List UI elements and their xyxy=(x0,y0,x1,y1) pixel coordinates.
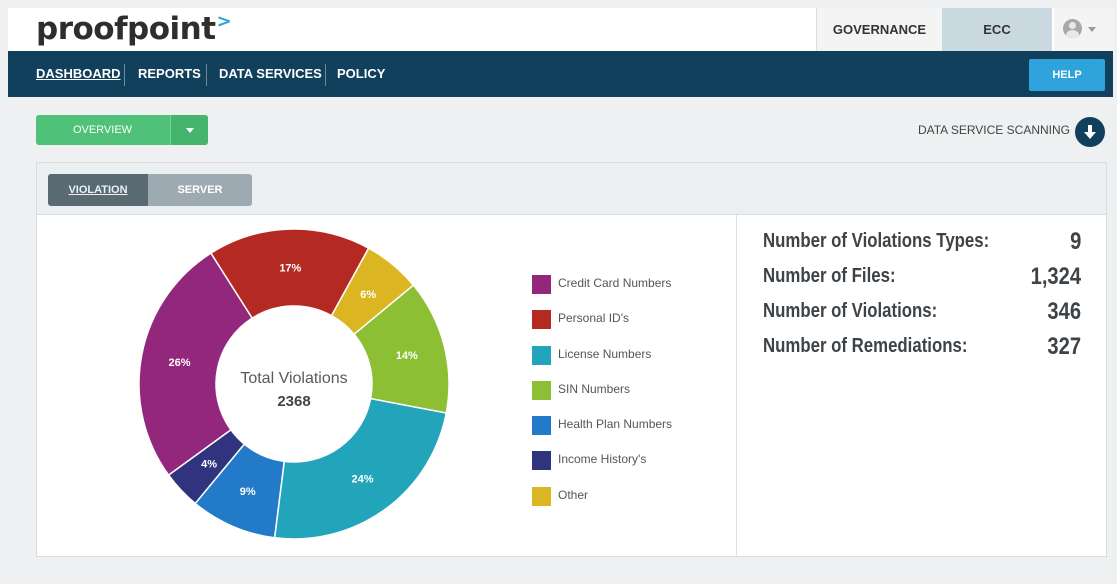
stat-label: Number of Remediations: xyxy=(763,335,968,357)
nav-separator xyxy=(124,64,125,86)
legend-label: Personal ID's xyxy=(558,311,629,326)
slice-label: 4% xyxy=(201,459,217,471)
legend-swatch xyxy=(532,380,551,400)
tab-governance[interactable]: GOVERNANCE xyxy=(816,8,942,51)
tab-ecc[interactable]: ECC xyxy=(942,8,1052,51)
legend-swatch xyxy=(532,486,551,506)
legend-label: Income History's xyxy=(558,452,647,467)
user-menu[interactable] xyxy=(1054,8,1113,51)
legend-swatch xyxy=(532,275,551,294)
nav-dashboard[interactable]: DASHBOARD xyxy=(36,51,121,97)
logo-mark-icon: > xyxy=(216,11,232,32)
dashboard-app: proofpoint> GOVERNANCE ECC DASHBOARD REP… xyxy=(0,0,1117,584)
legend-swatch xyxy=(532,345,551,365)
tab-server[interactable]: SERVER xyxy=(148,174,252,206)
download-arrow-icon[interactable] xyxy=(1075,117,1105,147)
slice-label: 6% xyxy=(360,289,376,301)
stat-row: Number of Violations: 346 xyxy=(763,296,1081,331)
donut-slice[interactable] xyxy=(273,397,448,540)
overview-menu-button[interactable] xyxy=(170,115,208,145)
legend-label: License Numbers xyxy=(558,346,652,361)
nav-separator xyxy=(325,64,326,86)
slice-label: 17% xyxy=(279,263,301,275)
donut-center-title: Total Violations xyxy=(240,370,347,387)
tab-violation[interactable]: VIOLATION xyxy=(48,174,148,206)
logo-text: proofpoint xyxy=(36,11,216,47)
caret-down-icon xyxy=(186,128,194,133)
stat-row: Number of Violations Types: 9 xyxy=(763,226,1081,261)
panel-divider xyxy=(736,215,737,556)
panel-tabs: VIOLATION SERVER xyxy=(48,174,252,206)
nav-policy[interactable]: POLICY xyxy=(337,51,385,97)
stat-row: Number of Files: 1,324 xyxy=(763,261,1081,296)
slice-label: 14% xyxy=(396,350,418,362)
legend-label: SIN Numbers xyxy=(558,381,631,396)
main-nav: DASHBOARD REPORTS DATA SERVICES POLICY H… xyxy=(8,51,1113,97)
violations-donut-chart: 26% 17% 6% 14% 24% 9% 4% Total Violations 2368 xyxy=(138,228,450,540)
legend-label: Credit Card Numbers xyxy=(558,276,672,290)
stat-label: Number of Violations Types: xyxy=(763,230,990,252)
stat-value: 327 xyxy=(1047,333,1081,360)
violation-stats: Number of Violations Types: 9 Number of Fi… xyxy=(763,226,1081,366)
nav-reports[interactable]: REPORTS xyxy=(138,51,201,97)
chevron-down-icon[interactable] xyxy=(1088,27,1096,32)
stat-value: 9 xyxy=(1069,228,1081,255)
stat-value: 346 xyxy=(1047,298,1081,325)
slice-label: 24% xyxy=(351,473,373,485)
overview-dropdown[interactable]: OVERVIEW xyxy=(36,115,208,145)
data-service-scanning-label[interactable]: DATA SERVICE SCANNING xyxy=(904,123,1070,137)
legend-swatch xyxy=(532,310,551,330)
stat-row: Number of Remediations: 327 xyxy=(763,331,1081,366)
help-button[interactable]: HELP xyxy=(1029,59,1105,91)
stat-label: Number of Files: xyxy=(763,265,896,287)
nav-separator xyxy=(206,64,207,86)
user-avatar-icon[interactable] xyxy=(1063,19,1082,38)
proofpoint-logo[interactable]: proofpoint> xyxy=(36,10,232,53)
stat-value: 1,324 xyxy=(1030,263,1081,290)
top-bar: proofpoint> GOVERNANCE ECC xyxy=(8,8,1113,51)
legend-swatch xyxy=(532,451,551,471)
overview-button[interactable]: OVERVIEW xyxy=(36,115,169,145)
legend-label: Other xyxy=(558,487,589,502)
donut-center-value: 2368 xyxy=(277,393,310,410)
legend-swatch xyxy=(532,416,551,436)
legend-label: Health Plan Numbers xyxy=(558,417,673,432)
nav-data-services[interactable]: DATA SERVICES xyxy=(219,51,322,97)
slice-label: 26% xyxy=(169,357,191,369)
stat-label: Number of Violations: xyxy=(763,300,938,322)
slice-label: 9% xyxy=(240,486,256,498)
